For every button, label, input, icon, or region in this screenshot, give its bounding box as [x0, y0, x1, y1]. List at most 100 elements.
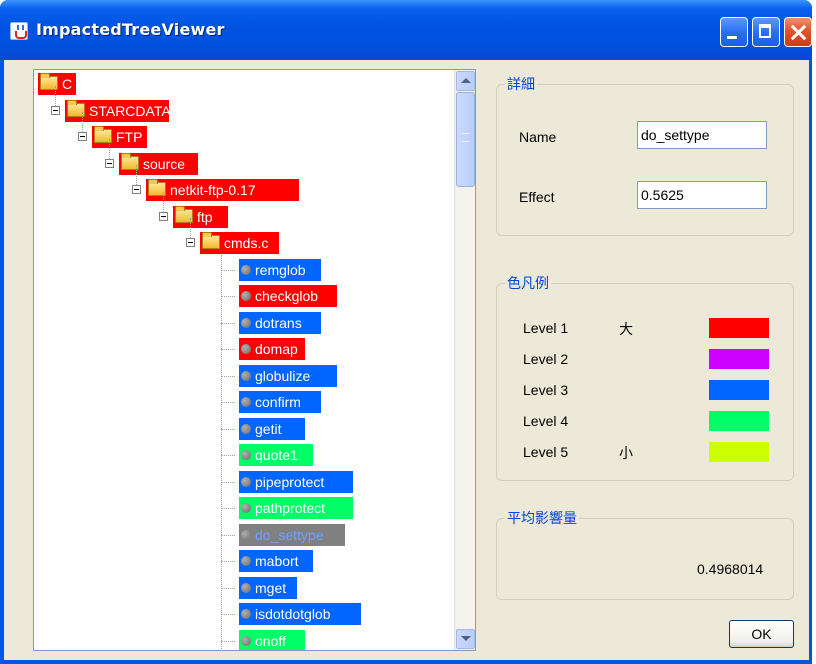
tree-node-label: C [62, 76, 73, 92]
tree-leaf-row[interactable]: confirm [34, 391, 454, 413]
tree-leaf-row[interactable]: dotrans [34, 311, 454, 334]
tree-connector [136, 165, 137, 185]
color-legend-group: 色凡例 Level 1 大 Level 2 Level 3 Level 4 Level 5… [496, 273, 794, 481]
method-node-icon [241, 397, 251, 407]
tree-node-highlight: C [38, 73, 77, 95]
tree-leaf-row[interactable]: remglob [34, 258, 454, 281]
method-node-icon [241, 291, 251, 301]
title-bar[interactable]: ImpactedTreeViewer [0, 0, 812, 60]
maximize-button[interactable] [752, 17, 780, 47]
legend-color-swatch [709, 380, 769, 400]
legend-size-note: 大 [619, 321, 633, 337]
average-group-title: 平均影響量 [505, 508, 579, 528]
tree-node-highlight: mabort [239, 550, 313, 572]
tree-leaf-row[interactable]: isdotdotglob [34, 603, 454, 625]
tree-connector [221, 269, 235, 271]
method-node-icon [241, 344, 251, 354]
tree-connector [82, 112, 83, 132]
tree-folder-row[interactable]: C [34, 73, 454, 95]
tree-node-label: confirm [255, 394, 301, 410]
tree-node-highlight: ftp [173, 205, 228, 228]
tree-node-label: onoff [255, 632, 286, 649]
impact-tree-panel[interactable]: C STARCDATA FTP source netkit-ftp-0.17 ftp cmd… [33, 69, 476, 651]
tree-connector [221, 640, 235, 642]
tree-node-label: source [143, 155, 186, 172]
average-impact-group: 平均影響量 0.4968014 [496, 508, 794, 600]
tree-node-highlight: domap [239, 338, 305, 360]
tree-leaf-row[interactable]: onoff [34, 629, 454, 650]
legend-color-swatch [709, 349, 769, 369]
tree-leaf-row[interactable]: domap [34, 338, 454, 360]
tree-node-highlight: dotrans [239, 311, 321, 334]
tree-leaf-row[interactable]: getit [34, 417, 454, 440]
tree-connector [55, 85, 56, 106]
tree-node-label: ftp [197, 208, 213, 225]
tree-node-label: checkglob [255, 288, 319, 304]
tree-node-label: pathprotect [255, 500, 326, 516]
tree-folder-row[interactable]: FTP [34, 112, 454, 148]
expand-toggle-icon[interactable] [159, 211, 168, 221]
tree-node-label: domap [255, 341, 298, 357]
tree-node-highlight: onoff [239, 629, 305, 650]
tree-node-highlight: checkglob [239, 285, 337, 307]
minimize-button[interactable] [720, 17, 748, 47]
tree-node-highlight: remglob [239, 258, 321, 281]
legend-level-label: Level 3 [523, 382, 569, 398]
tree-node-highlight: pipeprotect [239, 470, 353, 493]
tree-node-label: getit [255, 420, 282, 437]
name-field[interactable]: do_settype [637, 121, 767, 149]
tree-folder-row[interactable]: source [34, 138, 454, 175]
scroll-down-button[interactable] [456, 629, 475, 649]
tree-connector [221, 296, 235, 297]
tree-node-label: remglob [255, 261, 306, 278]
method-node-icon [241, 450, 251, 460]
scroll-up-button[interactable] [456, 71, 475, 91]
expand-toggle-icon[interactable] [105, 158, 114, 168]
name-label: Name [519, 129, 557, 145]
method-node-icon [241, 582, 251, 593]
legend-level-label: Level 1 [523, 320, 569, 336]
expand-toggle-icon[interactable] [78, 132, 87, 141]
tree-leaf-row[interactable]: mget [34, 576, 454, 599]
method-node-icon [241, 635, 251, 646]
tree-node-highlight: do_settype [239, 523, 345, 546]
method-node-icon [241, 529, 251, 540]
tree-folder-row[interactable]: STARCDATA [34, 85, 454, 122]
tree-leaf-row[interactable]: do_settype [34, 523, 454, 546]
legend-color-swatch [709, 318, 769, 338]
expand-toggle-icon[interactable] [132, 185, 141, 194]
tree-connector [109, 138, 110, 159]
java-app-icon [10, 22, 28, 40]
tree-leaf-row[interactable]: mabort [34, 550, 454, 572]
impact-tree[interactable]: C STARCDATA FTP source netkit-ftp-0.17 ftp cmd… [34, 70, 454, 650]
expand-toggle-icon[interactable] [186, 238, 195, 247]
tree-leaf-row[interactable]: globulize [34, 364, 454, 387]
effect-label: Effect [519, 189, 555, 205]
tree-folder-row[interactable]: cmds.c [34, 218, 454, 254]
ok-button[interactable]: OK [729, 620, 794, 648]
effect-field[interactable]: 0.5625 [637, 181, 767, 209]
tree-leaf-row[interactable]: checkglob [34, 285, 454, 307]
close-button[interactable] [784, 17, 812, 47]
scroll-thumb[interactable] [456, 92, 475, 187]
tree-connector [221, 322, 235, 324]
method-node-icon [241, 609, 251, 619]
method-node-icon [241, 503, 251, 513]
method-node-icon [241, 317, 251, 328]
legend-level-label: Level 5 [523, 444, 569, 460]
tree-scrollbar[interactable] [454, 70, 475, 650]
tree-leaf-row[interactable]: quote1 [34, 444, 454, 466]
method-node-icon [241, 556, 251, 566]
tree-folder-row[interactable]: ftp [34, 191, 454, 228]
tree-leaf-row[interactable]: pathprotect [34, 497, 454, 519]
tree-connector [221, 428, 235, 430]
tree-node-highlight: getit [239, 417, 305, 440]
tree-connector [221, 534, 235, 536]
tree-node-highlight: source [119, 152, 199, 175]
tree-connector [221, 375, 235, 377]
tree-leaf-row[interactable]: pipeprotect [34, 470, 454, 493]
tree-folder-row[interactable]: netkit-ftp-0.17 [34, 165, 454, 201]
details-group-title: 詳細 [505, 74, 537, 94]
expand-toggle-icon[interactable] [51, 105, 60, 115]
tree-connector [221, 481, 235, 483]
